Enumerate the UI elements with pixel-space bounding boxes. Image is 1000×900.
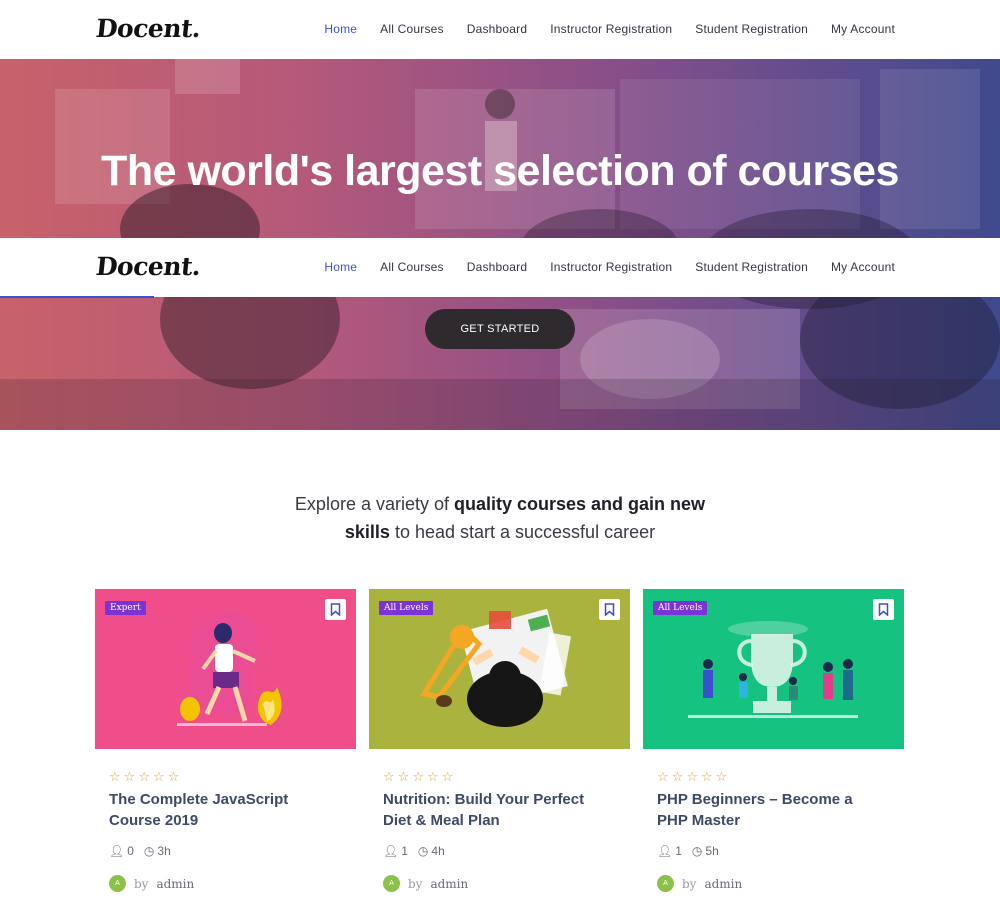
course-author: A by admin (657, 875, 742, 892)
user-icon: 👤︎ (657, 844, 673, 858)
nav-all-courses[interactable]: All Courses (380, 22, 444, 36)
course-meta: 👤︎ 0 ◷ 3h (109, 844, 171, 858)
author-by-label: by (682, 876, 697, 891)
user-icon: 👤︎ (383, 844, 399, 858)
course-duration: ◷ 3h (144, 844, 171, 858)
course-thumbnail[interactable]: All Levels (643, 589, 904, 749)
bookmark-icon[interactable] (599, 599, 620, 620)
intro-part-2: to head start a successful career (389, 522, 656, 542)
course-thumbnail[interactable]: Expert (95, 589, 356, 749)
sticky-nav-instructor-registration[interactable]: Instructor Registration (550, 260, 672, 274)
students-value: 1 (401, 844, 408, 858)
duration-value: 4h (431, 844, 445, 858)
bookmark-icon[interactable] (873, 599, 894, 620)
students-value: 0 (127, 844, 134, 858)
course-meta: 👤︎ 1 ◷ 5h (657, 844, 719, 858)
site-logo[interactable]: Docent. (94, 14, 201, 43)
clock-icon: ◷ (143, 844, 155, 858)
clock-icon: ◷ (417, 844, 429, 858)
sticky-main-nav: Home All Courses Dashboard Instructor Re… (324, 260, 895, 274)
sticky-nav-all-courses[interactable]: All Courses (380, 260, 444, 274)
hero-title: The world's largest selection of courses (101, 147, 899, 195)
sticky-header: Docent. Home All Courses Dashboard Instr… (0, 238, 1000, 298)
site-header: Docent. Home All Courses Dashboard Instr… (0, 0, 1000, 59)
intro-text: Explore a variety of quality courses and… (200, 490, 800, 546)
main-nav: Home All Courses Dashboard Instructor Re… (324, 22, 895, 36)
students-value: 1 (675, 844, 682, 858)
course-card[interactable]: All Levels ☆ ☆ ☆ ☆ ☆ Nutrition: Build Your P… (369, 589, 630, 900)
rating-stars: ☆ ☆ ☆ ☆ ☆ (657, 769, 728, 784)
nav-dashboard[interactable]: Dashboard (467, 22, 528, 36)
sticky-nav-dashboard[interactable]: Dashboard (467, 260, 528, 274)
course-duration: ◷ 5h (692, 844, 719, 858)
sticky-nav-home[interactable]: Home (324, 260, 357, 274)
intro-bold-2: skills (344, 522, 390, 542)
intro-bold-1: quality courses and gain new (454, 494, 706, 514)
course-card[interactable]: Expert ☆ ☆ ☆ ☆ ☆ The Complete JavaScript Cou… (95, 589, 356, 900)
user-icon: 👤︎ (109, 844, 125, 858)
course-title[interactable]: PHP Beginners – Become a PHP Master (657, 789, 887, 831)
duration-value: 3h (157, 844, 171, 858)
author-name[interactable]: admin (430, 877, 468, 891)
students-count: 👤︎ 0 (109, 844, 134, 858)
get-started-button[interactable]: GET STARTED (425, 309, 575, 349)
level-badge: Expert (105, 601, 146, 615)
level-badge: All Levels (653, 601, 708, 615)
course-meta: 👤︎ 1 ◷ 4h (383, 844, 445, 858)
nav-home[interactable]: Home (324, 22, 357, 36)
course-duration: ◷ 4h (418, 844, 445, 858)
intro-part-1: Explore a variety of (294, 494, 454, 514)
author-by-label: by (408, 876, 423, 891)
author-name[interactable]: admin (704, 877, 742, 891)
clock-icon: ◷ (691, 844, 703, 858)
nav-instructor-registration[interactable]: Instructor Registration (550, 22, 672, 36)
nav-student-registration[interactable]: Student Registration (695, 22, 808, 36)
course-card[interactable]: All Levels ☆ ☆ ☆ ☆ ☆ PHP Beginners – Become … (643, 589, 904, 900)
nav-my-account[interactable]: My Account (831, 22, 895, 36)
students-count: 👤︎ 1 (383, 844, 408, 858)
author-name[interactable]: admin (156, 877, 194, 891)
rating-stars: ☆ ☆ ☆ ☆ ☆ (109, 769, 180, 784)
avatar: A (657, 875, 674, 892)
course-title[interactable]: The Complete JavaScript Course 2019 (109, 789, 339, 831)
sticky-site-logo[interactable]: Docent. (94, 252, 201, 281)
avatar: A (383, 875, 400, 892)
duration-value: 5h (705, 844, 719, 858)
course-thumbnail[interactable]: All Levels (369, 589, 630, 749)
sticky-nav-my-account[interactable]: My Account (831, 260, 895, 274)
course-author: A by admin (383, 875, 468, 892)
rating-stars: ☆ ☆ ☆ ☆ ☆ (383, 769, 454, 784)
bookmark-icon[interactable] (325, 599, 346, 620)
author-by-label: by (134, 876, 149, 891)
course-title[interactable]: Nutrition: Build Your Perfect Diet & Mea… (383, 789, 613, 831)
course-author: A by admin (109, 875, 194, 892)
sticky-nav-student-registration[interactable]: Student Registration (695, 260, 808, 274)
level-badge: All Levels (379, 601, 434, 615)
page: Docent. Home All Courses Dashboard Instr… (0, 0, 1000, 900)
scroll-progress-bar (0, 296, 154, 298)
avatar: A (109, 875, 126, 892)
students-count: 👤︎ 1 (657, 844, 682, 858)
